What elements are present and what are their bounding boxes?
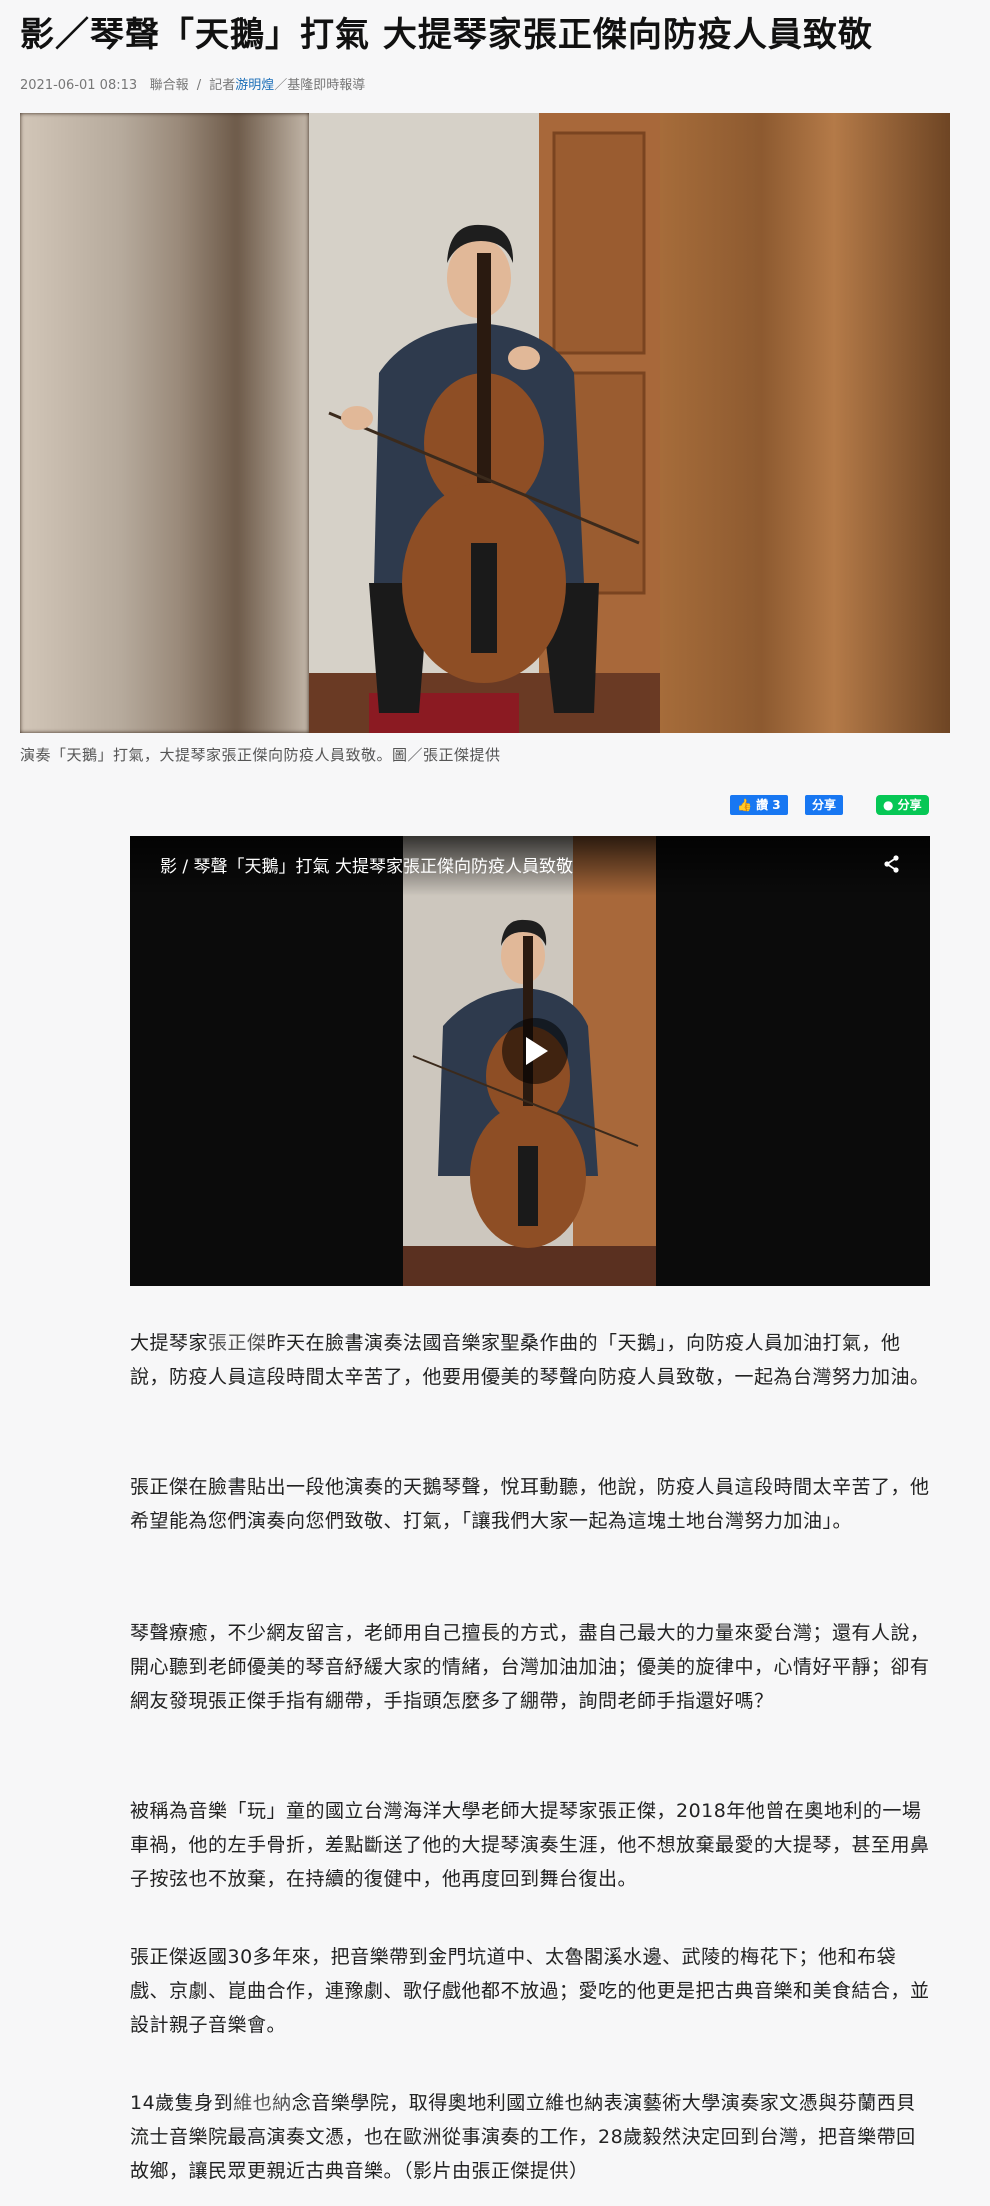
share-icon[interactable] [882,854,902,874]
video-player[interactable]: 影 / 琴聲「天鵝」打氣 大提琴家張正傑向防疫人員致敬 [130,836,930,1286]
meta-separator: / [196,78,202,93]
cellist-photo [309,113,660,733]
body-paragraph-2: 張正傑在臉書貼出一段他演奏的天鵝琴聲，悅耳動聽，他說，防疫人員這段時間太辛苦了，… [130,1476,930,1532]
reporter-link[interactable]: 游明煌 [235,78,274,93]
facebook-share-button[interactable]: 分享 [805,795,844,815]
body-paragraph-6: 14歲隻身到維也納念音樂學院，取得奧地利國立維也納表演藝術大學演奏家文憑與芬蘭西… [130,2086,930,2188]
vienna-link[interactable]: 維也納 [233,2092,292,2114]
body-paragraph-4: 被稱為音樂「玩」童的國立台灣海洋大學老師大提琴家張正傑，2018年他曾在奧地利的… [130,1800,930,1890]
reporter-prefix: 記者 [209,78,236,93]
zhang-zheng-jie-link[interactable]: 張正傑 [208,1332,267,1354]
facebook-like-button[interactable]: 👍 讚 3 [730,795,788,815]
photo-caption: 演奏「天鵝」打氣，大提琴家張正傑向防疫人員致敬。圖／張正傑提供 [20,746,501,764]
facebook-like-label: 讚 3 [756,798,781,812]
article-page: 影／琴聲「天鵝」打氣 大提琴家張正傑向防疫人員致敬 2021-06-01 08:… [0,0,990,2206]
line-share-label: 分享 [897,798,922,812]
p1-prefix: 大提琴家 [130,1332,209,1354]
play-icon [526,1037,548,1065]
bureau: ／基隆即時報導 [274,78,366,93]
line-share-button[interactable]: ● 分享 [876,795,929,815]
article-headline: 影／琴聲「天鵝」打氣 大提琴家張正傑向防疫人員致敬 [20,15,873,55]
body-paragraph-3: 琴聲療癒，不少網友留言，老師用自己擅長的方式，盡自己最大的力量來愛台灣；還有人說… [130,1622,930,1712]
article-meta: 2021-06-01 08:13 聯合報 / 記者游明煌／基隆即時報導 [20,74,365,93]
hero-photo [20,113,950,733]
video-title[interactable]: 影 / 琴聲「天鵝」打氣 大提琴家張正傑向防疫人員致敬 [160,852,573,877]
publish-date: 2021-06-01 08:13 [20,78,138,93]
play-button[interactable] [502,1018,568,1084]
news-source[interactable]: 聯合報 [150,78,189,93]
hero-blur-right [660,113,950,733]
body-paragraph-5: 張正傑返國30多年來，把音樂帶到金門坑道中、太魯閣溪水邊、武陵的梅花下；他和布袋… [130,1946,930,2036]
p6-prefix: 14歲隻身到 [130,2092,234,2114]
line-icon: ● [883,798,894,812]
hero-blur-left [20,113,309,733]
body-paragraph-1: 大提琴家張正傑昨天在臉書演奏法國音樂家聖桑作曲的「天鵝」，向防疫人員加油打氣，他… [130,1326,930,1394]
